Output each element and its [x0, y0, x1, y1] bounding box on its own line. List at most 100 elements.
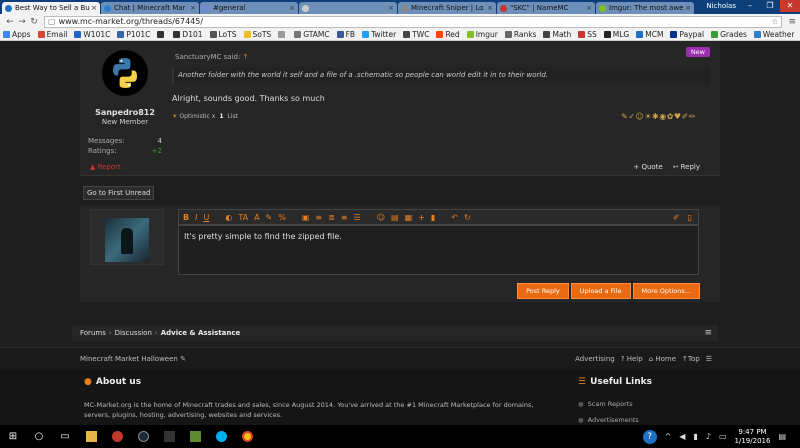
- bookmark-item[interactable]: [157, 31, 166, 38]
- tab-close-icon[interactable]: ×: [388, 4, 394, 12]
- pencil-icon[interactable]: ✏: [689, 112, 696, 121]
- bookmark-item[interactable]: Paypal: [670, 30, 704, 39]
- browser-tab[interactable]: #general ×: [200, 2, 298, 14]
- useful-link-advertisements[interactable]: ● Advertisements: [578, 416, 639, 424]
- footer-link-home[interactable]: ⌂ Home: [649, 355, 676, 363]
- tab-close-icon[interactable]: ×: [190, 4, 196, 12]
- bookmark-item[interactable]: FB: [336, 30, 355, 39]
- hamburger-menu-icon[interactable]: ≡: [704, 328, 712, 338]
- bookmark-item[interactable]: [278, 31, 287, 38]
- bookmark-item[interactable]: LoTS: [209, 30, 237, 39]
- tab-close-icon[interactable]: ×: [487, 4, 493, 12]
- bookmark-item[interactable]: TWC: [403, 30, 429, 39]
- message-icon[interactable]: ▭: [719, 432, 727, 441]
- bookmark-item[interactable]: MLG: [603, 30, 629, 39]
- tab-close-icon[interactable]: ×: [685, 4, 691, 12]
- align-center-icon[interactable]: ≣: [328, 213, 335, 222]
- post-reply-button[interactable]: Post Reply: [517, 283, 569, 299]
- task-view-icon[interactable]: ▭: [52, 425, 78, 448]
- quote-button[interactable]: + Quote: [633, 163, 662, 171]
- browser-tab[interactable]: ×: [299, 2, 397, 14]
- media-icon[interactable]: ▤: [391, 213, 399, 222]
- tab-close-icon[interactable]: ×: [289, 4, 295, 12]
- go-to-first-unread-button[interactable]: Go to First Unread: [83, 186, 155, 200]
- tab-close-icon[interactable]: ×: [586, 4, 592, 12]
- skype-icon[interactable]: [208, 425, 234, 448]
- game-icon[interactable]: [156, 425, 182, 448]
- more-options-button[interactable]: More Options...: [632, 283, 700, 299]
- rating-options[interactable]: ✎✓☺☀✱◉✿♥✐✏: [621, 112, 696, 121]
- steam-icon[interactable]: [130, 425, 156, 448]
- bookmark-item[interactable]: Math: [543, 30, 571, 39]
- report-link[interactable]: ▲ Report: [90, 163, 121, 171]
- upload-file-button[interactable]: Upload a File: [570, 283, 631, 299]
- undo-icon[interactable]: ↶: [451, 213, 458, 222]
- bookmark-item[interactable]: Weather: [753, 30, 794, 39]
- cog-icon[interactable]: ✿: [667, 112, 674, 121]
- browser-tab[interactable]: Chat | Minecraft Mar ×: [101, 2, 199, 14]
- save-icon[interactable]: ▮: [431, 213, 435, 222]
- bold-icon[interactable]: B: [183, 213, 189, 222]
- underline-icon[interactable]: U: [203, 213, 209, 222]
- italic-icon[interactable]: I: [195, 213, 197, 222]
- font-icon[interactable]: A: [254, 213, 259, 222]
- reply-button[interactable]: ↩ Reply: [673, 163, 700, 171]
- browser-user-name[interactable]: Nicholas: [706, 2, 736, 10]
- file-explorer-icon[interactable]: [78, 425, 104, 448]
- redo-icon[interactable]: ↻: [464, 213, 471, 222]
- bookmark-item[interactable]: SS: [578, 30, 597, 39]
- bookmark-item[interactable]: Email: [37, 30, 67, 39]
- back-icon[interactable]: ←: [4, 17, 16, 27]
- windows-start-icon[interactable]: ⊞: [0, 425, 26, 448]
- breadcrumb-discussion[interactable]: Discussion: [115, 329, 152, 337]
- image-icon[interactable]: ▣: [302, 213, 310, 222]
- footer-link-top[interactable]: ↑Top: [682, 355, 700, 363]
- chrome-menu-icon[interactable]: ≡: [788, 17, 796, 27]
- link-icon[interactable]: ✎: [266, 213, 273, 222]
- font-size-icon[interactable]: TA: [238, 213, 248, 222]
- toggle-bbcode-icon[interactable]: ▯: [688, 213, 692, 222]
- minecraft-icon[interactable]: [182, 425, 208, 448]
- volume-icon[interactable]: ◀: [679, 432, 685, 441]
- browser-tab[interactable]: "SKC" | NameMC ×: [497, 2, 595, 14]
- align-right-icon[interactable]: ≡: [341, 213, 348, 222]
- bookmark-item[interactable]: Grades: [711, 30, 747, 39]
- insert-icon[interactable]: +: [418, 213, 425, 222]
- check-icon[interactable]: ✓: [628, 112, 635, 121]
- bookmark-star-icon[interactable]: ☆: [771, 17, 778, 26]
- browser-tab[interactable]: Best Way to Sell a Bu ×: [2, 2, 100, 14]
- footer-link-advertising[interactable]: Advertising: [575, 355, 615, 363]
- footer-link-help[interactable]: ? Help: [621, 355, 643, 363]
- bookmark-item[interactable]: Ranks: [504, 30, 536, 39]
- browser-tab[interactable]: Imgur: The most awe ×: [596, 2, 694, 14]
- bookmark-item[interactable]: Apps: [3, 30, 31, 39]
- minimize-icon[interactable]: –: [740, 0, 760, 12]
- system-clock[interactable]: 9:47 PM 1/19/2016: [735, 428, 771, 446]
- useful-link-scam-reports[interactable]: ● Scam Reports: [578, 400, 633, 408]
- code-icon[interactable]: ▦: [405, 213, 413, 222]
- media-player-icon[interactable]: [104, 425, 130, 448]
- unlink-icon[interactable]: %: [278, 213, 286, 222]
- sun-icon[interactable]: ☀: [644, 112, 652, 121]
- bookmark-item[interactable]: SoTS: [243, 30, 271, 39]
- avatar[interactable]: [102, 50, 148, 96]
- bookmark-item[interactable]: GTAMC: [294, 30, 330, 39]
- reload-icon[interactable]: ↻: [28, 17, 40, 27]
- bookmark-item[interactable]: MCM: [636, 30, 663, 39]
- chevron-up-icon[interactable]: ^: [665, 432, 672, 441]
- bookmark-item[interactable]: Twitter: [362, 30, 396, 39]
- rss-icon[interactable]: ☰: [706, 355, 712, 363]
- remove-format-icon[interactable]: ✐: [673, 213, 680, 222]
- search-icon[interactable]: ○: [26, 425, 52, 448]
- bookmark-item[interactable]: Imgur: [466, 30, 498, 39]
- smilie-icon[interactable]: ☺: [377, 213, 385, 222]
- action-center-icon[interactable]: ▤: [778, 432, 786, 441]
- maximize-icon[interactable]: ❐: [760, 0, 780, 12]
- close-window-icon[interactable]: ✕: [780, 0, 800, 12]
- help-icon[interactable]: ?: [642, 429, 657, 444]
- url-input[interactable]: ▢ www.mc-market.org/threads/67445/ ☆: [44, 15, 783, 28]
- network-icon[interactable]: ▮: [693, 432, 697, 441]
- browser-tab[interactable]: Minecraft Sniper | Lo ×: [398, 2, 496, 14]
- chrome-icon[interactable]: [234, 425, 260, 448]
- heart-icon[interactable]: ♥: [674, 112, 682, 121]
